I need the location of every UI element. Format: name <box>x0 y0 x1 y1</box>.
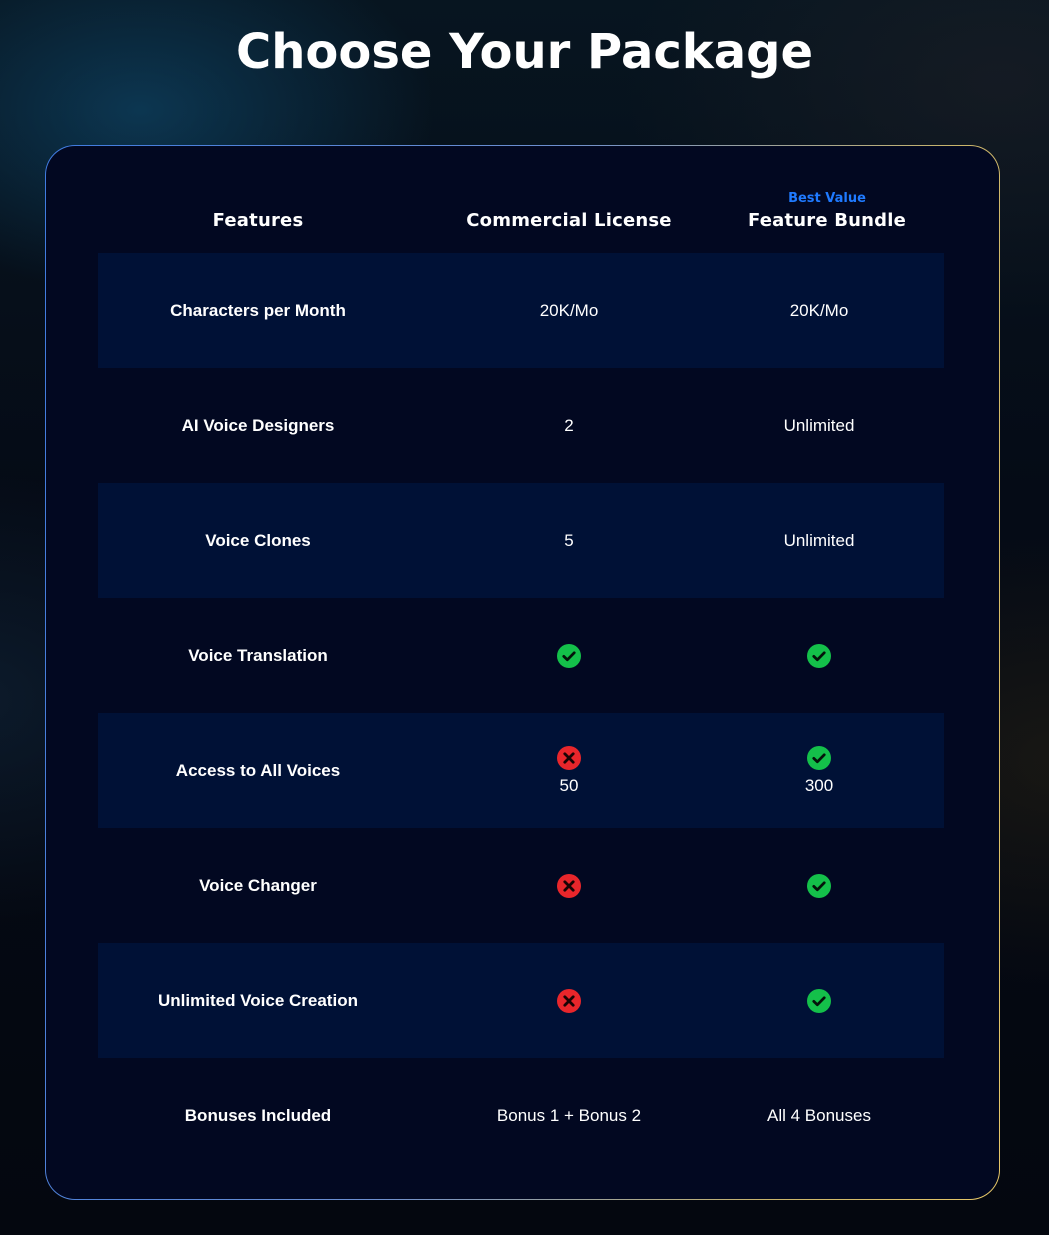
commercial-cell <box>418 873 720 898</box>
pricing-card-inner: Features Commercial License Best Value F… <box>46 146 999 1199</box>
table-row: Voice Changer <box>98 828 944 943</box>
cross-icon <box>557 988 581 1013</box>
feature-cell: Unlimited Voice Creation <box>98 991 418 1011</box>
feature-cell: Voice Changer <box>98 876 418 896</box>
commercial-value: 20K/Mo <box>539 300 599 320</box>
bundle-cell: All 4 Bonuses <box>720 1106 918 1126</box>
commercial-cell: Bonus 1 + Bonus 2 <box>418 1106 720 1126</box>
header-commercial: Commercial License <box>418 146 720 253</box>
check-icon <box>557 643 581 668</box>
table-header: Features Commercial License Best Value F… <box>98 146 944 253</box>
check-icon <box>807 745 831 770</box>
feature-label: Characters per Month <box>170 300 346 320</box>
bundle-cell: 20K/Mo <box>720 301 918 321</box>
feature-cell: Characters per Month <box>98 301 418 321</box>
header-bundle: Best Value Feature Bundle <box>720 146 934 253</box>
check-icon <box>807 873 831 898</box>
page-title: Choose Your Package <box>235 24 814 80</box>
cross-icon <box>557 745 581 770</box>
feature-label: Voice Changer <box>199 875 317 895</box>
commercial-cell: 20K/Mo <box>418 301 720 321</box>
best-value-badge: Best Value <box>788 191 866 206</box>
feature-label: Voice Clones <box>205 530 311 550</box>
feature-cell: Bonuses Included <box>98 1106 418 1126</box>
commercial-cell: 2 <box>418 416 720 436</box>
bundle-value: Unlimited <box>783 530 855 550</box>
header-commercial-label: Commercial License <box>466 210 672 231</box>
cross-icon <box>557 873 581 898</box>
commercial-value: Bonus 1 + Bonus 2 <box>496 1105 642 1125</box>
table-row: Bonuses Included Bonus 1 + Bonus 2 All 4… <box>98 1058 944 1173</box>
table-row: Unlimited Voice Creation <box>98 943 944 1058</box>
commercial-cell: 5 <box>418 531 720 551</box>
commercial-cell: 50 <box>418 745 720 796</box>
bundle-cell: 300 <box>720 745 918 796</box>
feature-cell: Voice Clones <box>98 531 418 551</box>
bundle-cell <box>720 988 918 1013</box>
table-row: Access to All Voices 50 300 <box>98 713 944 828</box>
feature-cell: Voice Translation <box>98 646 418 666</box>
header-features-label: Features <box>212 210 304 231</box>
commercial-value: 50 <box>559 775 579 795</box>
bundle-cell <box>720 873 918 898</box>
table-row: Voice Clones 5 Unlimited <box>98 483 944 598</box>
check-icon <box>807 643 831 668</box>
header-bundle-label: Feature Bundle <box>747 210 907 231</box>
check-icon <box>807 988 831 1013</box>
bundle-cell <box>720 643 918 668</box>
feature-label: Voice Translation <box>188 645 328 665</box>
table-row: AI Voice Designers 2 Unlimited <box>98 368 944 483</box>
table-row: Characters per Month 20K/Mo 20K/Mo <box>98 253 944 368</box>
bundle-value: 300 <box>804 775 834 795</box>
bundle-value: All 4 Bonuses <box>767 1105 871 1125</box>
feature-label: AI Voice Designers <box>181 415 335 435</box>
bundle-value: 20K/Mo <box>789 300 849 320</box>
commercial-cell <box>418 643 720 668</box>
feature-label: Unlimited Voice Creation <box>158 990 358 1010</box>
feature-cell: AI Voice Designers <box>98 416 418 436</box>
commercial-value: 2 <box>564 415 574 435</box>
header-features: Features <box>98 146 418 253</box>
pricing-card: Features Commercial License Best Value F… <box>45 145 1000 1200</box>
feature-label: Bonuses Included <box>184 1105 332 1125</box>
table-row: Voice Translation <box>98 598 944 713</box>
comparison-table: Features Commercial License Best Value F… <box>98 146 944 1173</box>
commercial-value: 5 <box>564 530 574 550</box>
feature-label: Access to All Voices <box>175 760 341 780</box>
feature-cell: Access to All Voices <box>98 761 418 781</box>
commercial-cell <box>418 988 720 1013</box>
bundle-cell: Unlimited <box>720 531 918 551</box>
bundle-cell: Unlimited <box>720 416 918 436</box>
bundle-value: Unlimited <box>783 415 855 435</box>
